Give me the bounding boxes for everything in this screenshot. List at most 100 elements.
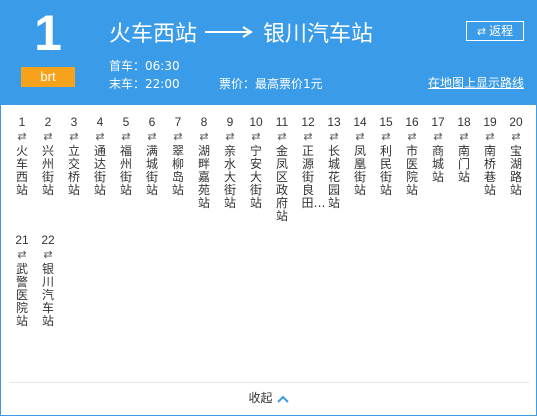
transfer-icon: ⇄ — [433, 130, 443, 143]
stop-number: 3 — [70, 115, 78, 129]
route-title: 火车西站 银川汽车站 — [109, 15, 373, 49]
stop-name: 银川汽车站 — [41, 262, 54, 328]
stop-number: 10 — [249, 115, 263, 129]
stop-number: 11 — [275, 115, 289, 129]
service-hours: 首车：06:30 末车：22:00 — [109, 57, 180, 93]
route-type-badge: brt — [21, 67, 75, 87]
transfer-icon: ⇄ — [407, 130, 417, 143]
stop-name: 火车西站 — [15, 144, 28, 197]
stop-row: 21 ⇄ 武警医院站 22 ⇄ 银川汽车站 — [9, 233, 529, 328]
route-number: 1 — [34, 5, 62, 61]
stop-name: 宝湖路站 — [509, 144, 522, 197]
stop-number: 5 — [122, 115, 130, 129]
bus-route-card: 1 brt 火车西站 银川汽车站 ⇄ 返程 首车：06:30 末车：22:00 票… — [0, 0, 537, 416]
stop-item[interactable]: 19 ⇄ 南桥巷站 — [477, 115, 503, 223]
stop-item[interactable]: 10 ⇄ 宁安大街站 — [243, 115, 269, 223]
transfer-icon: ⇄ — [17, 248, 27, 261]
transfer-icon: ⇄ — [277, 130, 287, 143]
stop-name: 武警医院站 — [15, 262, 28, 328]
transfer-icon: ⇄ — [381, 130, 391, 143]
arrow-right-icon — [205, 24, 255, 40]
stop-number: 17 — [431, 115, 445, 129]
stop-name: 长城花园站 — [327, 144, 340, 210]
stop-name: 商城站 — [431, 144, 444, 184]
stop-number: 19 — [483, 115, 497, 129]
stop-item[interactable]: 7 ⇄ 翠柳岛站 — [165, 115, 191, 223]
stop-name: 亲水大街站 — [223, 144, 236, 210]
stop-name: 金凤区政府站 — [275, 144, 288, 223]
stop-name: 立交桥站 — [67, 144, 80, 197]
stop-item[interactable]: 2 ⇄ 兴州街站 — [35, 115, 61, 223]
return-route-button[interactable]: ⇄ 返程 — [466, 21, 524, 41]
divider — [9, 382, 529, 383]
transfer-icon: ⇄ — [225, 130, 235, 143]
stop-name: 正源街良田… — [301, 144, 326, 210]
show-on-map-link[interactable]: 在地图上显示路线 — [428, 74, 524, 91]
stop-name: 湖畔嘉苑站 — [197, 144, 210, 210]
collapse-button[interactable]: 收起 — [1, 389, 536, 406]
last-bus-time: 末车：22:00 — [109, 77, 180, 91]
stop-item[interactable]: 18 ⇄ 南门站 — [451, 115, 477, 223]
stop-name: 兴州街站 — [41, 144, 54, 197]
stop-number: 1 — [18, 115, 26, 129]
stop-item[interactable]: 8 ⇄ 湖畔嘉苑站 — [191, 115, 217, 223]
swap-icon: ⇄ — [476, 25, 487, 38]
transfer-icon: ⇄ — [355, 130, 365, 143]
stop-item[interactable]: 11 ⇄ 金凤区政府站 — [269, 115, 295, 223]
stop-item[interactable]: 15 ⇄ 利民街站 — [373, 115, 399, 223]
route-header: 1 brt 火车西站 银川汽车站 ⇄ 返程 首车：06:30 末车：22:00 票… — [1, 1, 536, 105]
stop-number: 21 — [15, 233, 29, 247]
stop-number: 7 — [174, 115, 182, 129]
stop-number: 12 — [301, 115, 315, 129]
stop-item[interactable]: 16 ⇄ 市医院站 — [399, 115, 425, 223]
stop-number: 8 — [200, 115, 208, 129]
stop-number: 13 — [327, 115, 341, 129]
transfer-icon: ⇄ — [69, 130, 79, 143]
stop-name: 福州街站 — [119, 144, 132, 197]
transfer-icon: ⇄ — [511, 130, 521, 143]
stop-item[interactable]: 3 ⇄ 立交桥站 — [61, 115, 87, 223]
transfer-icon: ⇄ — [95, 130, 105, 143]
transfer-icon: ⇄ — [329, 130, 339, 143]
transfer-icon: ⇄ — [173, 130, 183, 143]
destination-station: 银川汽车站 — [263, 22, 374, 47]
stop-item[interactable]: 12 ⇄ 正源街良田… — [295, 115, 326, 223]
stop-name: 凤凰街站 — [353, 144, 366, 197]
transfer-icon: ⇄ — [43, 130, 53, 143]
stop-number: 15 — [379, 115, 393, 129]
stop-number: 6 — [148, 115, 156, 129]
stop-item[interactable]: 4 ⇄ 通达街站 — [87, 115, 113, 223]
stop-name: 满城街站 — [145, 144, 158, 197]
return-label: 返程 — [489, 24, 514, 38]
stop-number: 14 — [353, 115, 367, 129]
stop-number: 2 — [44, 115, 52, 129]
stop-item[interactable]: 21 ⇄ 武警医院站 — [9, 233, 35, 328]
stop-item[interactable]: 17 ⇄ 商城站 — [425, 115, 451, 223]
stop-item[interactable]: 5 ⇄ 福州街站 — [113, 115, 139, 223]
stop-row: 1 ⇄ 火车西站 2 ⇄ 兴州街站 3 ⇄ 立交桥站 4 ⇄ 通达街站 5 ⇄ 福州街站 6 ⇄ 满城街站 7 ⇄ 翠柳… — [9, 115, 529, 223]
stop-item[interactable]: 13 ⇄ 长城花园站 — [321, 115, 347, 223]
transfer-icon: ⇄ — [485, 130, 495, 143]
fare-info: 票价：最高票价1元 — [219, 77, 323, 91]
stop-item[interactable]: 1 ⇄ 火车西站 — [9, 115, 35, 223]
stop-name: 南门站 — [457, 144, 470, 184]
stop-number: 9 — [226, 115, 234, 129]
transfer-icon: ⇄ — [459, 130, 469, 143]
transfer-icon: ⇄ — [199, 130, 209, 143]
stop-item[interactable]: 9 ⇄ 亲水大街站 — [217, 115, 243, 223]
transfer-icon: ⇄ — [251, 130, 261, 143]
stop-item[interactable]: 6 ⇄ 满城街站 — [139, 115, 165, 223]
stop-name: 市医院站 — [405, 144, 418, 197]
stop-name: 宁安大街站 — [249, 144, 262, 210]
transfer-icon: ⇄ — [121, 130, 131, 143]
stop-number: 18 — [457, 115, 471, 129]
stop-item[interactable]: 22 ⇄ 银川汽车站 — [35, 233, 61, 328]
stop-item[interactable]: 20 ⇄ 宝湖路站 — [503, 115, 529, 223]
stop-list: 1 ⇄ 火车西站 2 ⇄ 兴州街站 3 ⇄ 立交桥站 4 ⇄ 通达街站 5 ⇄ 福州街站 6 ⇄ 满城街站 7 ⇄ 翠柳… — [9, 115, 529, 338]
stop-name: 通达街站 — [93, 144, 106, 197]
transfer-icon: ⇄ — [303, 130, 313, 143]
stop-name: 利民街站 — [379, 144, 392, 197]
transfer-icon: ⇄ — [17, 130, 27, 143]
origin-station: 火车西站 — [109, 22, 198, 47]
stop-item[interactable]: 14 ⇄ 凤凰街站 — [347, 115, 373, 223]
